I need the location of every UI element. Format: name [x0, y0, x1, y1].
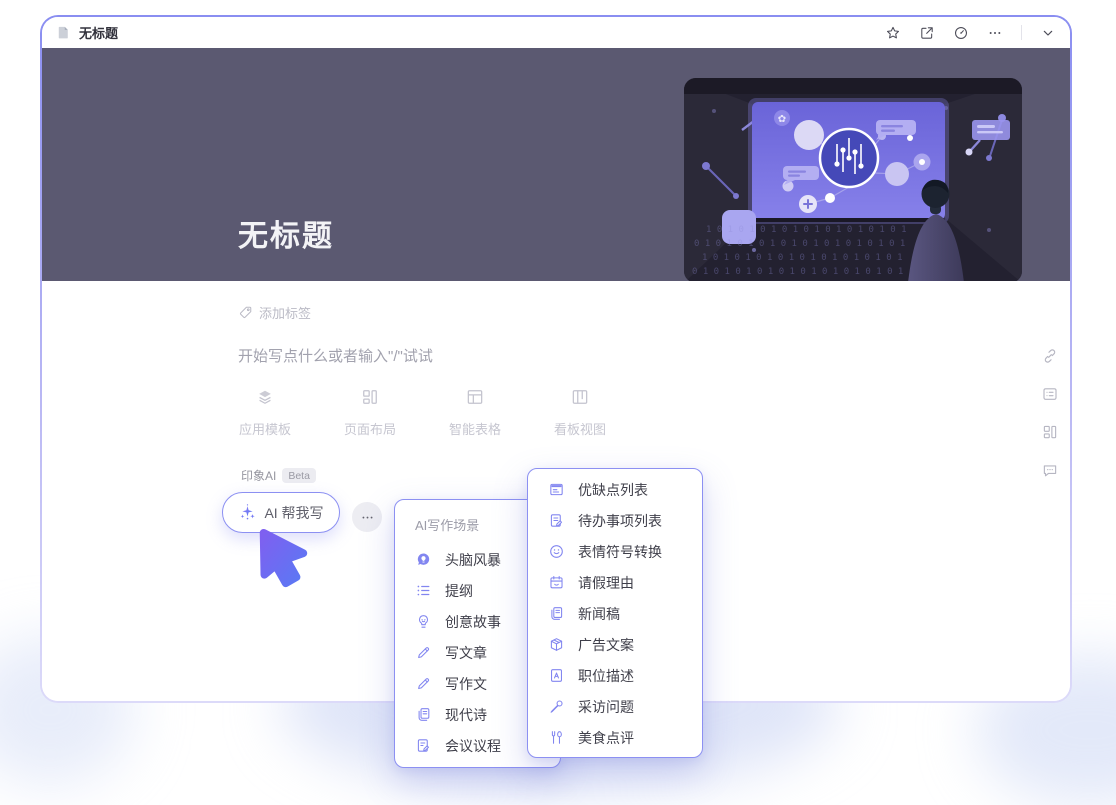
outline-icon: [415, 582, 432, 599]
menu-items: 优缺点列表 待办事项列表 表情符号转换 请假理由 新闻稿: [528, 474, 702, 753]
pen-icon: [415, 675, 432, 692]
layout-blocks-icon: [360, 387, 380, 407]
menu-item[interactable]: 采访问题: [528, 691, 702, 722]
menu-item[interactable]: 美食点评: [528, 722, 702, 753]
template-item[interactable]: 看板视图: [548, 387, 612, 438]
table-icon: [465, 387, 485, 407]
svg-text:0 1 0 1 0 1 0 1 0 1 0 1 0 1 0: 0 1 0 1 0 1 0 1 0 1 0 1 0 1 0 1 0 1 0 1: [692, 267, 903, 277]
topbar-actions: [885, 25, 1056, 41]
svg-text:1 0 1 0 1 0 1 0 1 0 1 0 1 0 1: 1 0 1 0 1 0 1 0 1 0 1 0 1 0 1 0 1 0 1: [702, 253, 902, 263]
ai-more-button[interactable]: [352, 502, 382, 532]
topbar: 无标题: [42, 17, 1070, 48]
note-header: 无标题: [42, 48, 1070, 281]
template-shortcuts: 应用模板 页面布局 智能表格 看板视图: [233, 387, 612, 438]
todo-icon: [548, 512, 565, 529]
comment-icon[interactable]: [1041, 461, 1059, 479]
template-item[interactable]: 智能表格: [443, 387, 507, 438]
agenda-icon: [415, 737, 432, 754]
svg-text:1 0 1 0 1 0 1 0 1 0 1 0 1 0 1: 1 0 1 0 1 0 1 0 1 0 1 0 1 0 1 0 1 0 1: [706, 225, 906, 235]
menu-item[interactable]: 表情符号转换: [528, 536, 702, 567]
editor-placeholder[interactable]: 开始写点什么或者输入"/"试试: [238, 345, 433, 366]
calendar-icon: [548, 574, 565, 591]
ai-brand-label: 印象AI Beta: [241, 467, 316, 484]
poem-icon: [415, 706, 432, 723]
layers-icon: [255, 387, 275, 407]
brainstorm-icon: [415, 551, 432, 568]
layout-blocks-icon[interactable]: [1041, 423, 1059, 441]
recent-icon[interactable]: [953, 25, 969, 41]
menu-item[interactable]: 广告文案: [528, 629, 702, 660]
menu-item[interactable]: 优缺点列表: [528, 474, 702, 505]
package-icon: [548, 636, 565, 653]
job-icon: [548, 667, 565, 684]
kanban-icon: [570, 387, 590, 407]
news-icon: [548, 605, 565, 622]
link-icon[interactable]: [1041, 347, 1059, 365]
pen-icon: [415, 644, 432, 661]
template-item[interactable]: 应用模板: [233, 387, 297, 438]
page-title: 无标题: [238, 211, 334, 255]
pros-cons-icon: [548, 481, 565, 498]
emoji-icon: [548, 543, 565, 560]
ai-write-button-label: AI 帮我写: [264, 503, 323, 523]
side-toolbar: [1041, 347, 1059, 479]
sparkle-icon: [238, 503, 257, 522]
menu-item[interactable]: 请假理由: [528, 567, 702, 598]
ai-room-illustration: ✿: [684, 78, 1022, 283]
idea-icon: [415, 613, 432, 630]
add-tag-button[interactable]: 添加标签: [238, 303, 311, 322]
ai-more-scenes-menu: 优缺点列表 待办事项列表 表情符号转换 请假理由 新闻稿: [527, 468, 703, 758]
list-box-icon[interactable]: [1041, 385, 1059, 403]
svg-text:0 1 0 1 0 1 0 1 0 1 0 1 0 1 0: 0 1 0 1 0 1 0 1 0 1 0 1 0 1 0 1 0 1 0 1: [694, 239, 905, 249]
menu-item[interactable]: 职位描述: [528, 660, 702, 691]
food-icon: [548, 729, 565, 746]
menu-item[interactable]: 待办事项列表: [528, 505, 702, 536]
add-tag-label: 添加标签: [259, 303, 311, 322]
microphone-icon: [548, 698, 565, 715]
tag-icon: [238, 305, 253, 320]
menu-item[interactable]: 新闻稿: [528, 598, 702, 629]
more-icon: [360, 510, 375, 525]
chevron-down-icon[interactable]: [1040, 25, 1056, 41]
template-item[interactable]: 页面布局: [338, 387, 402, 438]
beta-badge: Beta: [282, 468, 316, 483]
more-icon[interactable]: [987, 25, 1003, 41]
star-icon[interactable]: [885, 25, 901, 41]
divider: [1021, 25, 1022, 40]
share-icon[interactable]: [919, 25, 935, 41]
note-title: 无标题: [79, 23, 118, 42]
svg-text:✿: ✿: [778, 114, 786, 125]
document-icon: [56, 25, 71, 40]
ai-write-button[interactable]: AI 帮我写: [222, 492, 340, 533]
ai-brand-text: 印象AI: [241, 467, 276, 484]
